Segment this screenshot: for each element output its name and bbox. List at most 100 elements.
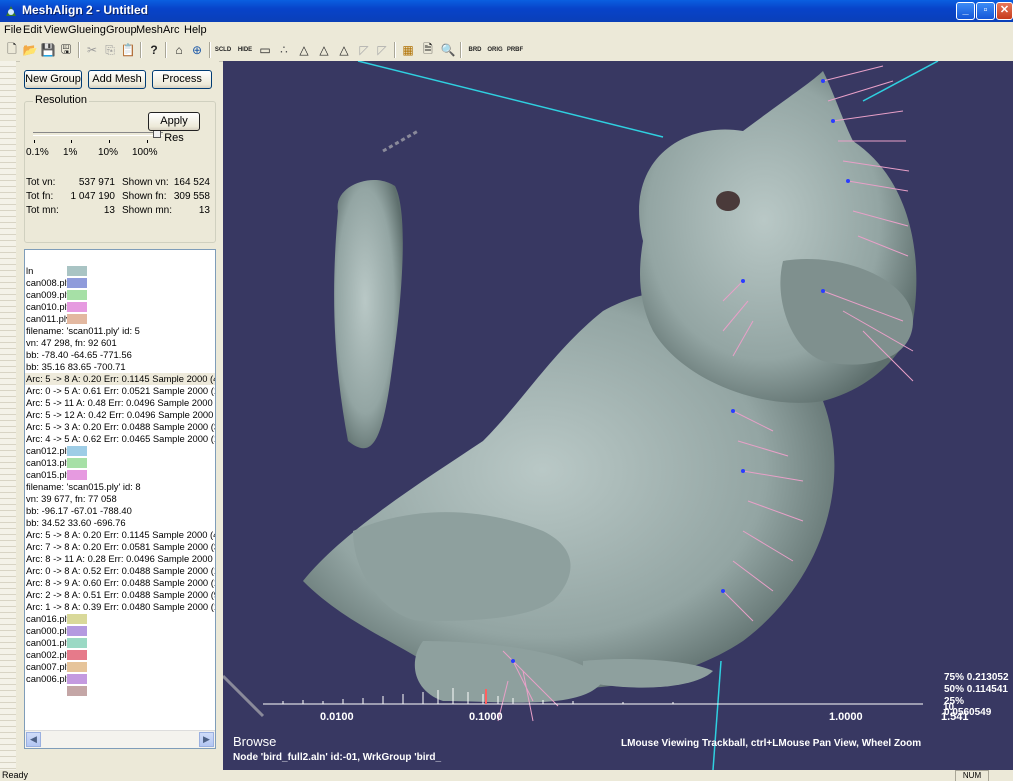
maximize-button[interactable]: ▫ xyxy=(976,2,995,20)
save-as-icon[interactable]: 🖫 xyxy=(58,42,74,58)
add-mesh-button[interactable]: Add Mesh xyxy=(88,70,146,89)
mesh-tree-detail[interactable]: vn: 39 677, fn: 77 058 xyxy=(25,493,215,505)
hide-icon[interactable]: HIDE xyxy=(236,42,254,58)
mesh-tree-detail[interactable]: bb: -96.17 -67.01 -788.40 xyxy=(25,505,215,517)
menu-group[interactable]: Group xyxy=(106,24,137,36)
search-icon[interactable]: 🔍 xyxy=(440,42,456,58)
mesh-tree-detail[interactable]: bb: 35.16 83.65 -700.71 xyxy=(25,361,215,373)
new-group-button[interactable]: New Group xyxy=(24,70,82,89)
cut-icon[interactable]: ✂ xyxy=(84,42,100,58)
flat-triangle-icon[interactable]: △ xyxy=(316,42,332,58)
copy-icon[interactable]: ⎘ xyxy=(102,42,118,58)
scroll-right-icon[interactable]: ▶ xyxy=(199,732,214,747)
mesh-tree-item[interactable]: can002.ply xyxy=(25,649,215,661)
points-icon[interactable]: ∴ xyxy=(276,42,292,58)
wire-triangle-icon[interactable]: △ xyxy=(296,42,312,58)
minimize-button[interactable]: _ xyxy=(956,2,975,20)
process-button[interactable]: Process xyxy=(152,70,212,89)
open-folder-icon[interactable]: 📂 xyxy=(22,42,38,58)
mesh-color-swatch[interactable] xyxy=(67,278,87,288)
mesh-tree-detail[interactable]: Arc: 1 -> 8 A: 0.39 Err: 0.0480 Sample 2… xyxy=(25,601,215,613)
orig-icon[interactable]: ORIG xyxy=(486,42,504,58)
mesh-tree-item[interactable]: can000.ply xyxy=(25,625,215,637)
mesh-color-swatch[interactable] xyxy=(67,314,87,324)
color-triangle-icon[interactable]: ◸ xyxy=(356,42,372,58)
mesh-tree-item[interactable]: can011.ply xyxy=(25,313,215,325)
mesh-tree-item[interactable]: ln xyxy=(25,265,215,277)
mesh-color-swatch[interactable] xyxy=(67,470,87,480)
help-icon[interactable]: ? xyxy=(146,42,162,58)
mesh-tree-detail[interactable]: bb: -78.40 -64.65 -771.56 xyxy=(25,349,215,361)
menu-file[interactable]: File xyxy=(4,24,22,36)
document-icon[interactable]: 🗎 xyxy=(420,42,436,58)
new-file-icon[interactable]: 🗋 xyxy=(4,42,20,58)
scaled-icon[interactable]: SCLD xyxy=(214,42,232,58)
mesh-color-swatch[interactable] xyxy=(67,626,87,636)
mesh-tree-detail[interactable]: Arc: 4 -> 5 A: 0.62 Err: 0.0465 Sample 2… xyxy=(25,433,215,445)
box-icon[interactable]: ▭ xyxy=(257,42,273,58)
mesh-tree[interactable]: ln can008.ply can009.ply can010.ply can011.p… xyxy=(24,249,216,749)
mesh-tree-detail[interactable]: Arc: 7 -> 8 A: 0.20 Err: 0.0581 Sample 2… xyxy=(25,541,215,553)
mesh-color-swatch[interactable] xyxy=(67,674,87,684)
mesh-tree-item[interactable]: can001.ply xyxy=(25,637,215,649)
mesh-tree-detail[interactable]: vn: 47 298, fn: 92 601 xyxy=(25,337,215,349)
mesh-tree-item[interactable]: can013.ply xyxy=(25,457,215,469)
menu-mesh[interactable]: Mesh xyxy=(136,24,163,36)
mesh-color-swatch[interactable] xyxy=(67,290,87,300)
globe-icon[interactable]: ⊕ xyxy=(189,42,205,58)
mesh-color-swatch[interactable] xyxy=(67,614,87,624)
mesh-tree-detail[interactable]: Arc: 0 -> 5 A: 0.61 Err: 0.0521 Sample 2… xyxy=(25,385,215,397)
mesh-color-swatch[interactable] xyxy=(67,446,87,456)
home-icon[interactable]: ⌂ xyxy=(171,42,187,58)
mesh-tree-detail[interactable]: Arc: 5 -> 11 A: 0.48 Err: 0.0496 Sample … xyxy=(25,397,215,409)
status-bar: Ready NUM xyxy=(0,770,1013,781)
mesh-color-swatch[interactable] xyxy=(67,650,87,660)
mesh-tree-item[interactable]: can016.ply xyxy=(25,613,215,625)
mesh-color-swatch[interactable] xyxy=(67,686,87,696)
close-button[interactable]: ✕ xyxy=(996,2,1013,20)
scroll-left-icon[interactable]: ◀ xyxy=(26,732,41,747)
mesh-tree-item[interactable]: can009.ply xyxy=(25,289,215,301)
mesh-tree-item[interactable]: can010.ply xyxy=(25,301,215,313)
mesh-tree-detail[interactable]: bb: 34.52 33.60 -696.76 xyxy=(25,517,215,529)
mesh-tree-detail[interactable]: filename: 'scan015.ply' id: 8 xyxy=(25,481,215,493)
3d-viewport[interactable]: 0.0100 0.1000 1.0000 10 1.541 75% 0.2130… xyxy=(223,61,1013,770)
brd-icon[interactable]: BRD xyxy=(466,42,484,58)
paste-icon[interactable]: 📋 xyxy=(120,42,136,58)
mesh-tree-item[interactable] xyxy=(25,685,215,697)
mesh-tree-detail[interactable]: filename: 'scan011.ply' id: 5 xyxy=(25,325,215,337)
prbf-icon[interactable]: PRBF xyxy=(506,42,524,58)
menu-view[interactable]: View xyxy=(44,24,68,36)
mesh-tree-text: Arc: 8 -> 11 A: 0.28 Err: 0.0496 Sample … xyxy=(26,553,216,564)
light-icon[interactable]: ◸ xyxy=(374,42,390,58)
mesh-tree-item[interactable]: can007.ply xyxy=(25,661,215,673)
horizontal-scrollbar[interactable]: ◀ ▶ xyxy=(25,730,215,748)
smooth-triangle-icon[interactable]: △ xyxy=(336,42,352,58)
menu-glueing[interactable]: Glueing xyxy=(68,24,106,36)
mesh-tree-item[interactable]: can015.ply xyxy=(25,469,215,481)
menu-edit[interactable]: Edit xyxy=(23,24,42,36)
mesh-color-swatch[interactable] xyxy=(67,638,87,648)
mesh-tree-detail[interactable]: Arc: 8 -> 9 A: 0.60 Err: 0.0488 Sample 2… xyxy=(25,577,215,589)
grid-icon[interactable]: ▦ xyxy=(400,42,416,58)
menu-arc[interactable]: Arc xyxy=(163,24,180,36)
apply-res-button[interactable]: Apply Res xyxy=(148,112,200,144)
mesh-tree-detail[interactable]: Arc: 5 -> 8 A: 0.20 Err: 0.1145 Sample 2… xyxy=(25,529,215,541)
mesh-tree-detail[interactable]: Arc: 2 -> 8 A: 0.51 Err: 0.0488 Sample 2… xyxy=(25,589,215,601)
mesh-tree-detail[interactable]: Arc: 5 -> 12 A: 0.42 Err: 0.0496 Sample … xyxy=(25,409,215,421)
mesh-tree-detail[interactable]: Arc: 8 -> 11 A: 0.28 Err: 0.0496 Sample … xyxy=(25,553,215,565)
mesh-tree-detail[interactable]: Arc: 5 -> 8 A: 0.20 Err: 0.1145 Sample 2… xyxy=(25,373,215,385)
mesh-tree-item[interactable]: can012.ply xyxy=(25,445,215,457)
mesh-color-swatch[interactable] xyxy=(67,458,87,468)
menu-help[interactable]: Help xyxy=(184,24,207,36)
mesh-tree-item[interactable]: can006.ply xyxy=(25,673,215,685)
mesh-color-swatch[interactable] xyxy=(67,662,87,672)
save-icon[interactable]: 💾 xyxy=(40,42,56,58)
mesh-color-swatch[interactable] xyxy=(67,266,87,276)
mesh-tree-item[interactable]: can008.ply xyxy=(25,277,215,289)
mesh-color-swatch[interactable] xyxy=(67,302,87,312)
resolution-slider[interactable] xyxy=(33,132,163,136)
mesh-tree-detail[interactable]: Arc: 0 -> 8 A: 0.52 Err: 0.0488 Sample 2… xyxy=(25,565,215,577)
mesh-tree-detail[interactable]: Arc: 5 -> 3 A: 0.20 Err: 0.0488 Sample 2… xyxy=(25,421,215,433)
resolution-tick-label: 10% xyxy=(98,147,119,158)
